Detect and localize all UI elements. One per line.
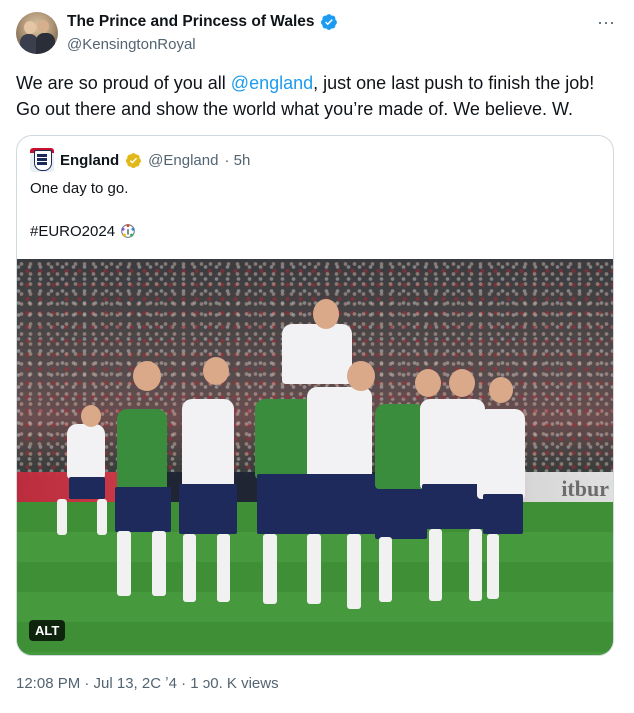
tweet-text-before: We are so proud of you all [16,73,231,93]
more-icon[interactable]: ··· [596,12,616,32]
tweet-meta[interactable]: 12:08 PM · Jul 13, 2C ʼ4 · 1 ɔ0. K views [16,675,279,692]
gold-verified-icon [126,152,142,168]
quote-author-handle[interactable]: @England [148,152,218,169]
avatar[interactable] [16,12,58,54]
quote-text: One day to go. [30,180,129,197]
mention-link[interactable]: @england [231,73,313,93]
author-handle[interactable]: @KensingtonRoyal [67,36,196,53]
author-display-name[interactable]: The Prince and Princess of Wales [67,13,315,31]
verified-icon [320,14,337,30]
alt-text-button[interactable]: ALT [29,620,66,641]
euro-trophy-icon [121,224,135,238]
quote-header: England @England · 5h [30,148,250,172]
celebration-photo[interactable]: itbur ALT [17,259,613,655]
quote-author-name[interactable]: England [60,152,119,169]
quote-timestamp[interactable]: · 5h [224,152,250,169]
quote-hashtag[interactable]: #EURO2024 [30,223,115,240]
tweet-text: We are so proud of you all @england, jus… [16,70,616,122]
england-logo[interactable] [30,148,54,172]
quote-tweet-card[interactable]: England @England · 5h One day to go. #EU… [16,135,614,656]
author-name-row[interactable]: The Prince and Princess of Wales [67,13,338,31]
quote-hashtag-row: #EURO2024 [30,222,137,240]
